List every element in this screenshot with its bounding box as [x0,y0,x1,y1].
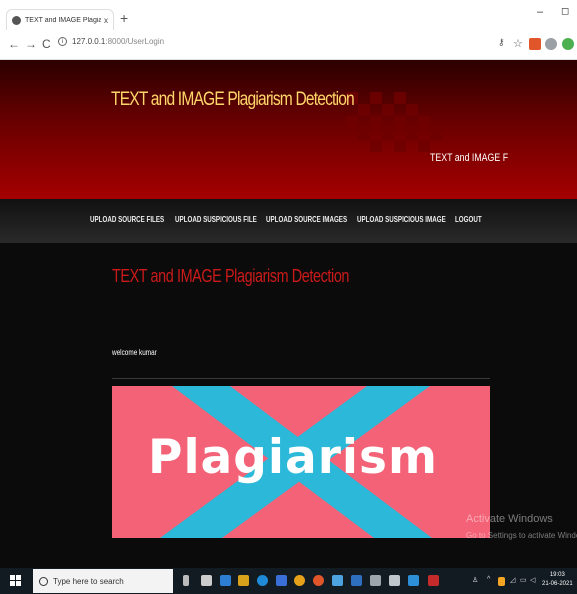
key-icon[interactable]: ⚷ [498,37,505,48]
clock-date: 21-06-2021 [542,581,573,587]
extension-icon[interactable] [545,38,557,50]
app-icon[interactable] [428,575,439,586]
site-title: TEXT and IMAGE Plagiarism Detection [111,89,355,110]
decorative-checker-pattern [346,92,450,156]
file-explorer-icon[interactable] [238,575,249,586]
volume-icon[interactable]: ◁ [530,576,535,584]
browser-tab-strip: TEXT and IMAGE Plagiarism Detec x + – ◻ [0,0,577,30]
task-view-icon[interactable] [201,575,212,586]
browser-tab[interactable]: TEXT and IMAGE Plagiarism Detec x [6,9,114,30]
edge-icon[interactable] [257,575,268,586]
site-favicon-icon [12,15,21,25]
nav-upload-source-files[interactable]: UPLOAD SOURCE FILES [90,215,164,224]
url-path: :8000/UserLogin [105,37,165,46]
minimize-button[interactable]: – [537,6,543,18]
windows-taskbar: Type here to search ♙ ^ ◿ ▭ ◁ 19:03 21-0… [0,568,577,594]
nav-logout[interactable]: LOGOUT [455,215,482,224]
main-nav: UPLOAD SOURCE FILES UPLOAD SUSPICIOUS FI… [0,199,577,243]
url-field[interactable]: i 127.0.0.1:8000/UserLogin [58,37,164,46]
info-icon[interactable]: i [58,37,67,46]
input-icon[interactable]: ▭ [520,576,527,584]
site-header: TEXT and IMAGE Plagiarism Detection TEXT… [0,60,577,199]
header-tagline: TEXT and IMAGE F [430,152,509,164]
forward-arrow-icon[interactable]: → [25,37,37,51]
chrome-icon[interactable] [313,575,324,586]
tab-close-icon[interactable]: x [104,16,108,25]
chevron-up-icon[interactable]: ^ [487,576,490,583]
back-arrow-icon[interactable]: ← [8,37,20,51]
content-divider [112,378,490,379]
app-icon[interactable] [332,575,343,586]
app-icon[interactable] [408,575,419,586]
app-icon[interactable] [276,575,287,586]
url-host: 127.0.0.1 [72,37,106,46]
extension-icon[interactable] [529,38,541,50]
activate-windows-subtitle: Go to Settings to activate Windows. [466,531,577,540]
mic-icon[interactable] [183,575,189,586]
people-icon[interactable]: ♙ [472,576,478,584]
main-content: TEXT and IMAGE Plagiarism Detection welc… [0,243,577,568]
start-button-icon[interactable] [10,575,21,586]
nav-upload-source-images[interactable]: UPLOAD SOURCE IMAGES [266,215,347,224]
tab-title: TEXT and IMAGE Plagiarism Detec [25,16,101,24]
maximize-button[interactable]: ◻ [561,6,569,17]
cortana-icon [39,576,48,586]
nav-upload-suspicious-image[interactable]: UPLOAD SUSPICIOUS IMAGE [357,215,446,224]
clock-time: 19:03 [549,572,565,578]
taskbar-clock[interactable]: 19:03 21-06-2021 [542,571,573,589]
nav-upload-suspicious-file[interactable]: UPLOAD SUSPICIOUS FILE [175,215,257,224]
activate-windows-title: Activate Windows [466,513,553,525]
page-heading: TEXT and IMAGE Plagiarism Detection [112,266,350,286]
banner-text: Plagiarism [148,430,438,485]
store-icon[interactable] [220,575,231,586]
app-icon[interactable] [389,575,400,586]
app-icon[interactable] [370,575,381,586]
app-icon[interactable] [294,575,305,586]
plagiarism-banner-image: Plagiarism [112,386,490,538]
word-icon[interactable] [351,575,362,586]
battery-icon[interactable] [498,577,505,586]
welcome-message: welcome kumar [112,348,157,357]
star-icon[interactable]: ☆ [513,37,523,50]
new-tab-button[interactable]: + [120,11,128,25]
profile-icon[interactable] [562,38,574,50]
taskbar-search-box[interactable]: Type here to search [33,569,173,593]
address-bar: ← → C i 127.0.0.1:8000/UserLogin ⚷ ☆ [0,30,577,60]
search-placeholder: Type here to search [53,576,124,586]
network-icon[interactable]: ◿ [510,576,515,584]
reload-icon[interactable]: C [42,37,51,51]
